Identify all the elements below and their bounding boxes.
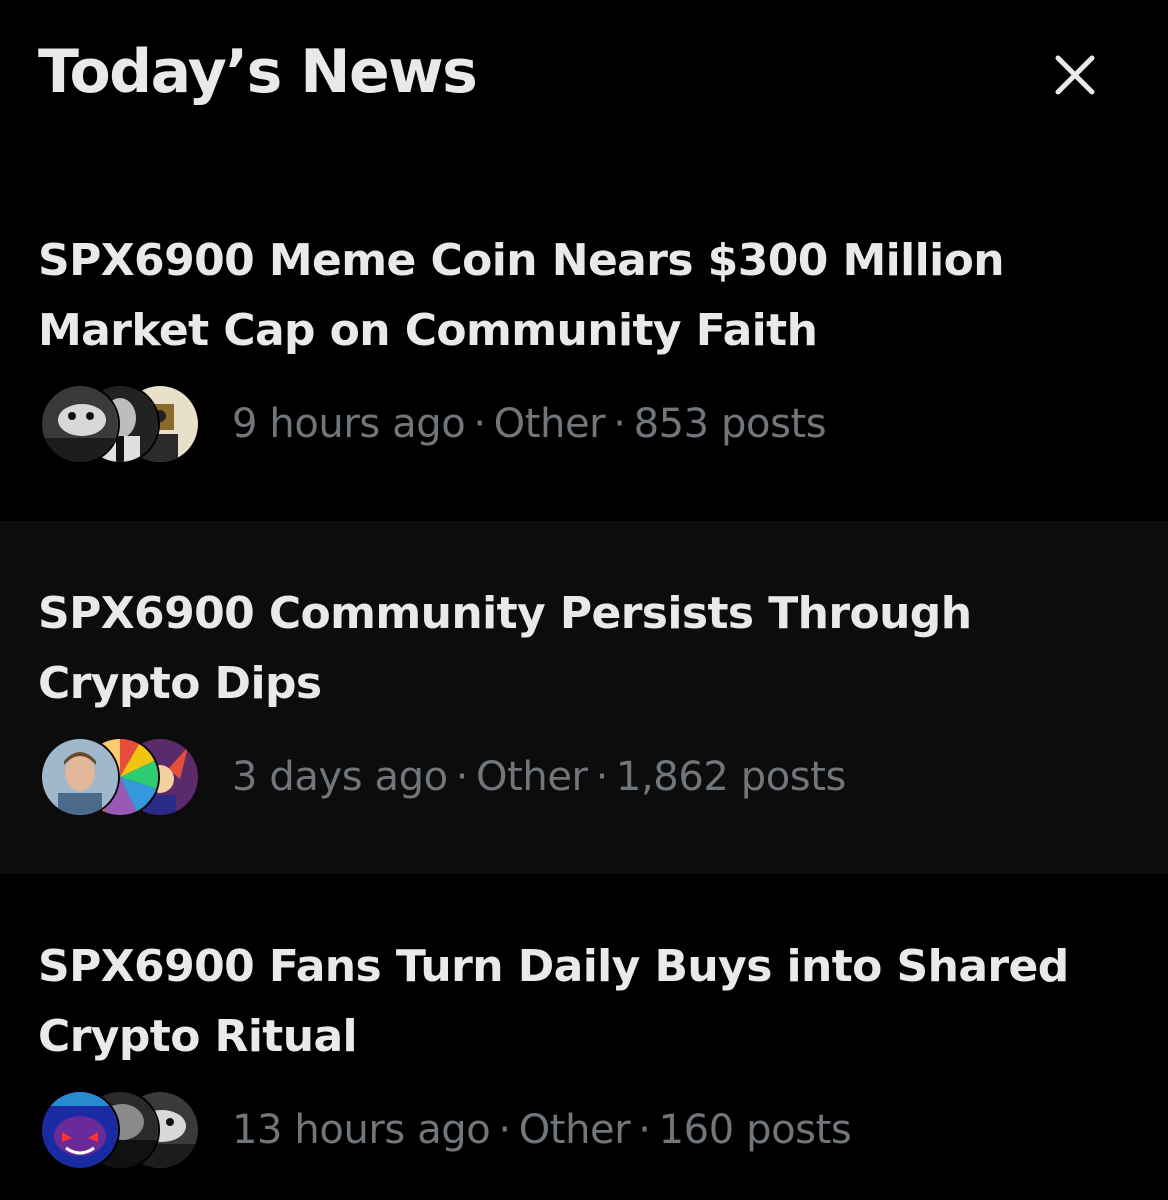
story-meta: 3 days ago · Other · 1,862 posts [40,737,846,817]
avatar-stack [40,737,200,817]
news-story-item[interactable]: SPX6900 Meme Coin Nears $300 Million Mar… [0,168,1168,521]
meta-separator: · [473,401,486,447]
news-header: Today’s News [0,0,1168,150]
story-category: Other [493,401,606,447]
story-meta-text: 13 hours ago · Other · 160 posts [232,1107,852,1153]
story-category: Other [476,754,588,800]
meta-separator: · [455,754,469,800]
story-meta-text: 9 hours ago · Other · 853 posts [232,401,827,447]
avatar [40,737,120,817]
story-headline: SPX6900 Fans Turn Daily Buys into Shared… [38,941,1069,1062]
close-icon [1055,55,1095,95]
news-story-item[interactable]: SPX6900 Fans Turn Daily Buys into Shared… [0,874,1168,1200]
meta-separator: · [613,401,626,447]
story-headline: SPX6900 Community Persists Through Crypt… [38,588,972,709]
close-button[interactable] [1046,46,1104,104]
story-post-count: 160 posts [658,1107,852,1153]
story-time: 9 hours ago [232,401,466,447]
story-category: Other [518,1107,631,1153]
meta-separator: · [498,1107,511,1153]
story-meta-text: 3 days ago · Other · 1,862 posts [232,754,846,800]
meta-separator: · [638,1107,651,1153]
story-headline: SPX6900 Meme Coin Nears $300 Million Mar… [38,235,1005,356]
news-story-item[interactable]: SPX6900 Community Persists Through Crypt… [0,521,1168,874]
story-post-count: 853 posts [633,401,827,447]
avatar-stack [40,1090,200,1170]
avatar-stack [40,384,200,464]
avatar [40,1090,120,1170]
story-time: 3 days ago [232,754,448,800]
story-post-count: 1,862 posts [615,754,846,800]
story-meta: 9 hours ago · Other · 853 posts [40,384,827,464]
page-title: Today’s News [38,37,478,107]
story-time: 13 hours ago [232,1107,491,1153]
avatar [40,384,120,464]
story-meta: 13 hours ago · Other · 160 posts [40,1090,852,1170]
meta-separator: · [595,754,609,800]
